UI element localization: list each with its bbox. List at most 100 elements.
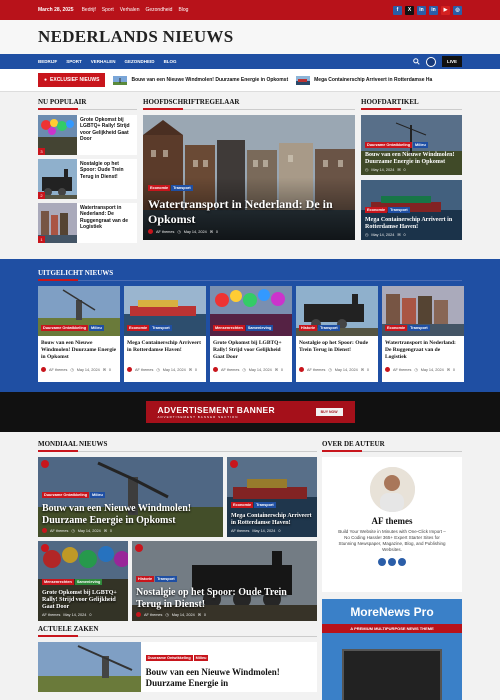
- top-bar: March 28, 2025 Bedrijf Sport Verhalen Ge…: [0, 0, 500, 20]
- ticker-title: Bouw van een Nieuwe Windmolen! Duurzame …: [131, 77, 289, 83]
- linkedin-alt-icon[interactable]: in: [429, 5, 438, 15]
- comment-icon: ✉: [274, 368, 278, 372]
- category-badge[interactable]: Milieu: [413, 141, 428, 148]
- popular-item[interactable]: 1 Watertransport in Nederland: De Ruggen…: [38, 203, 137, 243]
- category-badge[interactable]: Economie: [385, 325, 408, 331]
- advert-banner[interactable]: ADVERTISEMENT BANNER ADVERTISEMENT BANNE…: [145, 401, 355, 423]
- category-badge[interactable]: Milieu: [89, 325, 104, 331]
- linkedin-icon[interactable]: [398, 558, 406, 567]
- category-badge[interactable]: Transport: [254, 502, 276, 509]
- category-badge[interactable]: Historie: [299, 325, 318, 331]
- nav-item-bedrijf[interactable]: BEDRIJF: [38, 59, 57, 64]
- twitter-icon[interactable]: [388, 558, 396, 567]
- current-article[interactable]: Duurzame Ontwikkeling Milieu Bouw van een…: [38, 642, 317, 692]
- instagram-icon[interactable]: ◎: [453, 5, 462, 15]
- toplink-sport[interactable]: Sport: [102, 7, 114, 13]
- buy-now-button[interactable]: BUY NOW: [315, 408, 343, 416]
- category-badge[interactable]: Duurzame Ontwikkeling: [365, 141, 413, 148]
- facebook-icon[interactable]: f: [393, 5, 402, 15]
- category-badge[interactable]: Transport: [388, 206, 410, 213]
- author-box: AF themes Build Your Website in Minutes …: [322, 457, 462, 592]
- hero-article[interactable]: Economie Transport Watertransport in Nede…: [143, 115, 355, 240]
- category-badge[interactable]: Economie: [365, 206, 388, 213]
- trending-icon: [229, 460, 238, 468]
- popular-item[interactable]: 2 Nostalgie op het Spoor: Oude Trein Ter…: [38, 159, 137, 199]
- category-badge[interactable]: Milieu: [193, 655, 209, 661]
- author-avatar: [42, 528, 47, 533]
- author-name[interactable]: AF themes: [156, 230, 174, 234]
- category-badge[interactable]: Mensenrechten: [213, 325, 245, 331]
- category-badge[interactable]: Samenleving: [74, 579, 103, 586]
- category-badge[interactable]: Duurzame Ontwikkeling: [41, 325, 89, 331]
- nav-item-verhalen[interactable]: VERHALEN: [91, 59, 116, 64]
- comment-icon: ✉: [209, 230, 213, 234]
- category-badge[interactable]: Mensenrechten: [42, 579, 74, 586]
- category-badge[interactable]: Economie: [148, 185, 171, 192]
- comment-count: 0: [278, 529, 281, 533]
- toplink-bedrijf[interactable]: Bedrijf: [82, 7, 96, 13]
- search-icon[interactable]: [413, 58, 420, 65]
- featured-card[interactable]: Economie Transport Mega Containerschip Ar…: [124, 286, 206, 382]
- world-article[interactable]: Economie Transport Mega Containerschip Ar…: [226, 457, 317, 537]
- category-badge[interactable]: Milieu: [90, 492, 105, 498]
- category-badge[interactable]: Transport: [318, 325, 340, 331]
- article-date: May 14, 2024: [371, 167, 395, 172]
- section-title-author: OVER DE AUTEUR: [322, 440, 462, 452]
- world-article[interactable]: Historie Transport Nostalgie op het Spoor…: [132, 541, 317, 621]
- toplink-gezondheid[interactable]: Gezondheid: [145, 7, 172, 13]
- promo-banner[interactable]: MoreNews Pro A PREMIUM MULTIPURPOSE NEWS…: [322, 599, 462, 700]
- popular-item[interactable]: 3 Grote Opkomst bij LGBTQ+ Rally! Strijd…: [38, 115, 137, 155]
- facebook-icon[interactable]: [378, 558, 386, 567]
- category-badge[interactable]: Historie: [136, 576, 155, 582]
- author-name[interactable]: AF themes: [231, 529, 249, 533]
- nav-item-gezondheid[interactable]: GEZONDHEID: [125, 59, 155, 64]
- featured-card[interactable]: Economie Transport Watertransport in Nede…: [382, 286, 464, 382]
- main-article[interactable]: Duurzame Ontwikkeling Milieu Bouw van een…: [361, 115, 462, 175]
- comment-count: 0: [366, 367, 370, 372]
- theme-toggle[interactable]: [425, 56, 436, 67]
- author-name[interactable]: AF themes: [221, 368, 239, 372]
- x-icon[interactable]: X: [405, 5, 414, 15]
- category-badge[interactable]: Duurzame Ontwikkeling: [145, 655, 193, 661]
- category-badge[interactable]: Economie: [127, 325, 150, 331]
- comment-count: 0: [452, 367, 456, 372]
- trending-icon: [135, 544, 144, 552]
- category-badge[interactable]: Samenleving: [245, 325, 274, 331]
- toplink-verhalen[interactable]: Verhalen: [120, 7, 140, 13]
- category-badge[interactable]: Transport: [408, 325, 430, 331]
- nav-item-sport[interactable]: SPORT: [66, 59, 82, 64]
- site-logo[interactable]: NEDERLANDS NIEUWS: [38, 27, 233, 47]
- category-badge[interactable]: Transport: [171, 185, 193, 192]
- ticker-thumb: [296, 75, 311, 85]
- author-name[interactable]: AF themes: [135, 368, 153, 372]
- featured-card[interactable]: Mensenrechten Samenleving Grote Opkomst b…: [210, 286, 292, 382]
- author-name[interactable]: AF themes: [144, 613, 162, 617]
- youtube-icon[interactable]: ▶: [441, 5, 450, 15]
- article-meta: AF themes ◷ May 14, 2024 ✉ 0: [136, 612, 313, 617]
- author-name[interactable]: AF themes: [42, 613, 60, 617]
- ticker-item[interactable]: Mega Containerschip Arriveert in Rotterd…: [296, 75, 432, 85]
- category-badge[interactable]: Transport: [150, 325, 172, 331]
- category-badge[interactable]: Transport: [155, 576, 177, 582]
- featured-card[interactable]: Historie Transport Nostalgie op het Spoor…: [296, 286, 378, 382]
- category-badge[interactable]: Duurzame Ontwikkeling: [42, 492, 90, 498]
- article-meta: AF themes ◷ May 14, 2024 ✉ 0: [210, 367, 292, 372]
- main-article[interactable]: Economie Transport Mega Containerschip Ar…: [361, 180, 462, 240]
- toplink-blog[interactable]: Blog: [178, 7, 188, 13]
- category-badge[interactable]: Economie: [230, 502, 254, 509]
- clock-icon: ◷: [242, 368, 246, 372]
- nav-item-blog[interactable]: BLOG: [164, 59, 177, 64]
- live-button[interactable]: LIVE: [441, 56, 462, 67]
- author-name[interactable]: AF themes: [393, 368, 411, 372]
- world-article[interactable]: Duurzame Ontwikkeling Milieu Bouw van een…: [38, 457, 223, 537]
- author-name[interactable]: AF themes: [49, 368, 67, 372]
- linkedin-icon[interactable]: in: [417, 5, 426, 15]
- author-name[interactable]: AF themes: [307, 368, 325, 372]
- ticker-item[interactable]: Bouw van een Nieuwe Windmolen! Duurzame …: [113, 75, 289, 85]
- popular-title: Watertransport in Nederland: De Ruggengr…: [80, 205, 129, 230]
- author-name[interactable]: AF themes: [50, 529, 68, 533]
- article-meta: ◷ May 14, 2024 ✉ 0: [365, 167, 458, 173]
- featured-card[interactable]: Duurzame Ontwikkeling Milieu Bouw van een…: [38, 286, 120, 382]
- author-description: Build Your Website in Minutes with One-C…: [338, 529, 446, 553]
- world-article[interactable]: Mensenrechten Samenleving Grote Opkomst b…: [38, 541, 129, 621]
